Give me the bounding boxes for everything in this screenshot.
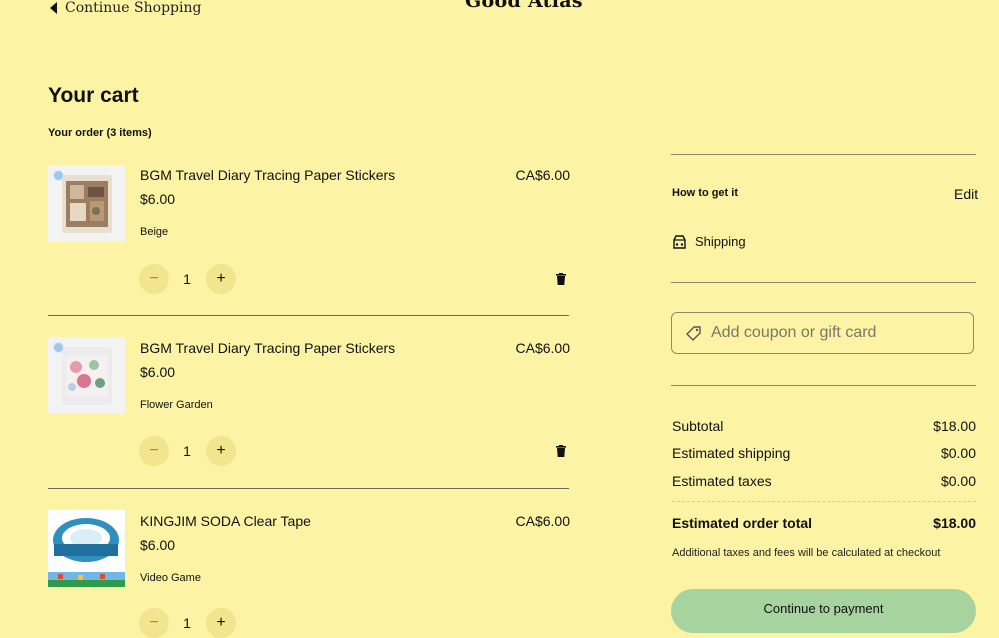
product-image[interactable] bbox=[48, 165, 125, 242]
total-label: Estimated order total bbox=[672, 515, 813, 531]
summary-divider bbox=[671, 154, 976, 155]
product-image[interactable] bbox=[48, 510, 125, 587]
item-title[interactable]: BGM Travel Diary Tracing Paper Stickers bbox=[140, 340, 395, 356]
trash-icon[interactable] bbox=[556, 445, 566, 457]
truck-icon bbox=[673, 234, 686, 249]
order-count: Your order (3 items) bbox=[48, 127, 152, 139]
tape-roll-image bbox=[48, 518, 125, 587]
item-divider bbox=[48, 315, 569, 316]
coupon-input[interactable]: Add coupon or gift card bbox=[671, 312, 974, 354]
page-title: Your cart bbox=[48, 84, 139, 107]
coupon-placeholder: Add coupon or gift card bbox=[711, 324, 877, 341]
subtotal-label: Subtotal bbox=[672, 418, 724, 434]
item-line-price: CA$6.00 bbox=[515, 167, 570, 183]
shipping-label: Shipping bbox=[695, 234, 746, 249]
item-divider bbox=[48, 488, 569, 489]
caret-left-icon bbox=[50, 2, 57, 14]
quantity-value: 1 bbox=[183, 443, 191, 459]
item-unit-price: $6.00 bbox=[140, 537, 176, 553]
product-image[interactable] bbox=[48, 337, 125, 414]
increase-quantity-button[interactable]: + bbox=[206, 608, 236, 638]
subtotal-value: $18.00 bbox=[933, 418, 976, 434]
item-variant: Video Game bbox=[140, 572, 201, 584]
trash-icon[interactable] bbox=[556, 273, 566, 285]
quantity-value: 1 bbox=[183, 615, 191, 631]
increase-quantity-button[interactable]: + bbox=[206, 264, 236, 294]
decrease-quantity-button[interactable]: − bbox=[139, 264, 169, 294]
item-unit-price: $6.00 bbox=[140, 364, 176, 380]
item-line-price: CA$6.00 bbox=[515, 513, 570, 529]
subtotal-row: Subtotal $18.00 bbox=[672, 418, 976, 434]
item-title[interactable]: KINGJIM SODA Clear Tape bbox=[140, 513, 311, 529]
total-value: $18.00 bbox=[933, 515, 976, 531]
continue-to-payment-button[interactable]: Continue to payment bbox=[671, 589, 976, 633]
increase-quantity-button[interactable]: + bbox=[206, 436, 236, 466]
brand-logo[interactable]: Good Atlas bbox=[465, 0, 583, 12]
tag-icon bbox=[686, 325, 701, 341]
item-variant: Beige bbox=[140, 226, 169, 238]
taxes-label: Estimated taxes bbox=[672, 473, 772, 489]
item-title[interactable]: BGM Travel Diary Tracing Paper Stickers bbox=[140, 167, 395, 183]
shipping-method: Shipping bbox=[672, 234, 746, 249]
shipping-cost-label: Estimated shipping bbox=[672, 445, 791, 461]
shipping-row: Estimated shipping $0.00 bbox=[672, 445, 976, 461]
badge-icon bbox=[53, 342, 64, 353]
item-unit-price: $6.00 bbox=[140, 191, 176, 207]
continue-shopping-link[interactable]: Continue Shopping bbox=[50, 0, 201, 16]
checkout-note: Additional taxes and fees will be calcul… bbox=[672, 547, 941, 559]
edit-delivery-button[interactable]: Edit bbox=[954, 186, 978, 202]
summary-divider bbox=[671, 385, 976, 386]
decrease-quantity-button[interactable]: − bbox=[139, 436, 169, 466]
quantity-value: 1 bbox=[183, 271, 191, 287]
summary-divider bbox=[671, 282, 976, 283]
item-variant: Flower Garden bbox=[140, 399, 213, 411]
decrease-quantity-button[interactable]: − bbox=[139, 608, 169, 638]
summary-dashed-divider bbox=[672, 501, 976, 502]
shipping-cost-value: $0.00 bbox=[940, 445, 976, 461]
badge-icon bbox=[53, 170, 64, 181]
how-to-get-heading: How to get it bbox=[672, 187, 738, 199]
taxes-value: $0.00 bbox=[940, 473, 976, 489]
taxes-row: Estimated taxes $0.00 bbox=[672, 473, 976, 489]
item-line-price: CA$6.00 bbox=[515, 340, 570, 356]
total-row: Estimated order total $18.00 bbox=[672, 515, 976, 531]
continue-shopping-label: Continue Shopping bbox=[65, 0, 202, 16]
